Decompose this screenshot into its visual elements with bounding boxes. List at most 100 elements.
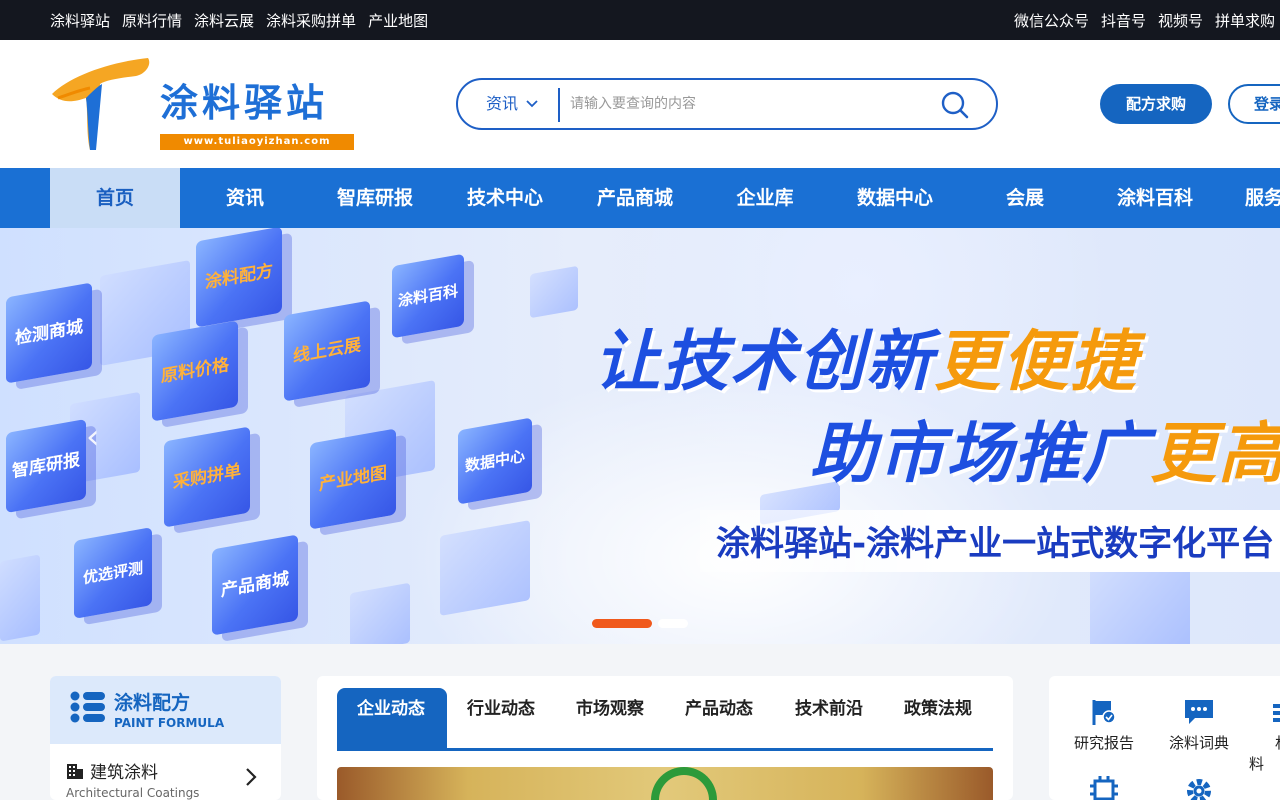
login-button[interactable]: 登录 (1228, 84, 1280, 124)
nav-item-data-center[interactable]: 数据中心 (830, 168, 960, 228)
banner-slogan-line2: 助市场推广更高 (810, 400, 1280, 496)
tool-dictionary[interactable]: 涂料词典 (1159, 698, 1239, 753)
tool-label: 涂料词典 (1168, 734, 1229, 752)
logo-brush-icon (52, 58, 150, 150)
top-bar: 涂料驿站 原料行情 涂料云展 涂料采购拼单 产业地图 微信公众号 抖音号 视频号… (0, 0, 1280, 40)
slogan-highlight: 更高 (1150, 415, 1280, 492)
tool-materials[interactable]: 材料 (1249, 698, 1280, 774)
tab-underline (337, 748, 993, 751)
chevron-down-icon (526, 100, 538, 108)
tools-panel: 研究报告 涂料词典 材料 (1049, 676, 1280, 800)
formula-panel-header: 涂料配方 PAINT FORMULA (50, 676, 281, 744)
search-category-label: 资讯 (486, 94, 519, 113)
top-link-material-prices[interactable]: 原料行情 (122, 10, 182, 31)
formula-panel-title: 涂料配方 (114, 692, 191, 714)
building-icon (67, 763, 83, 779)
deco-cube (0, 554, 40, 642)
news-panel: 企业动态 行业动态 市场观察 产品动态 技术前沿 政策法规 (317, 676, 1013, 800)
tab-product-news[interactable]: 产品动态 (665, 688, 775, 750)
cube-research: 智库研报 (6, 418, 86, 514)
banner-prev-arrow[interactable]: ‹ (86, 420, 108, 454)
news-thumbnail[interactable] (337, 767, 993, 800)
nav-item-expo[interactable]: 会展 (960, 168, 1090, 228)
nav-item-home[interactable]: 首页 (50, 168, 180, 228)
nav-item-news[interactable]: 资讯 (180, 168, 310, 228)
carousel-dot-1[interactable] (592, 619, 652, 628)
top-link-cloud-expo[interactable]: 涂料云展 (194, 10, 254, 31)
header: 涂料驿站 www.tuliaoyizhan.com 资讯 配方求购 登录 (0, 40, 1280, 168)
formula-request-button[interactable]: 配方求购 (1100, 84, 1212, 124)
cube-label: 检测商城 (15, 317, 83, 349)
chip-icon (1090, 776, 1118, 800)
tab-industry-news[interactable]: 行业动态 (447, 688, 557, 750)
top-link-video[interactable]: 视频号 (1158, 10, 1203, 31)
tool-chip[interactable] (1064, 774, 1144, 800)
top-link-douyin[interactable]: 抖音号 (1101, 10, 1146, 31)
slogan-highlight: 更便捷 (934, 323, 1138, 400)
main-nav: 首页 资讯 智库研报 技术中心 产品商城 企业库 数据中心 会展 涂料百科 服务 (0, 168, 1280, 228)
cube-product-mall: 产品商城 (212, 534, 298, 636)
tab-tech-frontier[interactable]: 技术前沿 (775, 688, 885, 750)
top-link-group-purchase[interactable]: 涂料采购拼单 (266, 10, 356, 31)
slogan-main: 让技术创新 (594, 323, 934, 400)
gear-icon (1187, 779, 1211, 800)
top-link-yizhan[interactable]: 涂料驿站 (50, 10, 110, 31)
list-icon (70, 691, 105, 723)
top-link-group-request[interactable]: 拼单求购 (1215, 10, 1275, 31)
cube-label: 产品商城 (221, 569, 289, 601)
top-link-wechat[interactable]: 微信公众号 (1014, 10, 1089, 31)
nav-item-tech-center[interactable]: 技术中心 (440, 168, 570, 228)
cube-group-purchase: 采购拼单 (164, 426, 250, 528)
list-icon (1273, 704, 1280, 722)
cube-industry-map: 产业地图 (310, 428, 396, 530)
nav-item-research[interactable]: 智库研报 (310, 168, 440, 228)
tab-market-watch[interactable]: 市场观察 (556, 688, 666, 750)
formula-panel: 涂料配方 PAINT FORMULA 建筑涂料 Architectural Co… (50, 676, 281, 800)
cube-label: 涂料配方 (205, 261, 273, 293)
top-links-right: 微信公众号 抖音号 视频号 拼单求购 (1014, 0, 1275, 40)
cube-label: 优选评测 (82, 558, 143, 588)
formula-panel-subtitle: PAINT FORMULA (114, 716, 225, 730)
slogan-main: 助市场推广 (810, 415, 1150, 492)
formula-category-architectural[interactable]: 建筑涂料 (66, 758, 158, 783)
tab-policy[interactable]: 政策法规 (884, 688, 994, 750)
cube-material-price: 原料价格 (152, 320, 238, 422)
tool-settings[interactable] (1159, 774, 1239, 800)
cube-label: 数据中心 (464, 446, 525, 476)
banner-tagline: 涂料驿站-涂料产业一站式数字化平台 (716, 524, 1275, 564)
deco-cube (530, 265, 578, 319)
search-category-select[interactable]: 资讯 (486, 80, 538, 128)
top-link-industry-map[interactable]: 产业地图 (368, 10, 428, 31)
nav-item-enterprise[interactable]: 企业库 (700, 168, 830, 228)
cube-cloud-expo: 线上云展 (284, 300, 370, 402)
cube-label: 产业地图 (319, 463, 387, 495)
cube-label: 原料价格 (161, 355, 229, 387)
logo-url: www.tuliaoyizhan.com (160, 134, 354, 150)
cube-evaluation: 优选评测 (74, 527, 152, 619)
cube-label: 采购拼单 (173, 461, 241, 493)
tool-research-report[interactable]: 研究报告 (1064, 698, 1144, 753)
formula-category-en: Architectural Coatings (66, 786, 200, 800)
search-icon[interactable] (940, 90, 970, 120)
search-input[interactable] (570, 90, 930, 118)
deco-cube (440, 520, 530, 616)
site-logo[interactable]: 涂料驿站 www.tuliaoyizhan.com (50, 54, 360, 154)
search-divider (558, 88, 560, 122)
hero-banner[interactable]: 涂料配方 涂料百科 检测商城 原料价格 线上云展 智库研报 采购拼单 产业地图 … (0, 228, 1280, 644)
nav-item-encyclopedia[interactable]: 涂料百科 (1090, 168, 1220, 228)
carousel-dot-2[interactable] (658, 619, 688, 628)
gear-emblem-icon (651, 767, 717, 800)
nav-item-service[interactable]: 服务 (1220, 168, 1280, 228)
cube-testing-mall: 检测商城 (6, 282, 92, 384)
chevron-right-icon[interactable] (244, 766, 258, 788)
tab-company-news[interactable]: 企业动态 (337, 688, 447, 750)
logo-text: 涂料驿站 (160, 81, 329, 125)
carousel-dots (592, 619, 688, 628)
deco-cube (350, 582, 410, 644)
cube-label: 涂料百科 (398, 281, 459, 311)
cube-encyclopedia: 涂料百科 (392, 253, 464, 339)
nav-item-product-mall[interactable]: 产品商城 (570, 168, 700, 228)
tool-label: 研究报告 (1073, 734, 1134, 752)
tool-label: 材料 (1249, 734, 1280, 773)
cube-label: 智库研报 (12, 450, 80, 482)
